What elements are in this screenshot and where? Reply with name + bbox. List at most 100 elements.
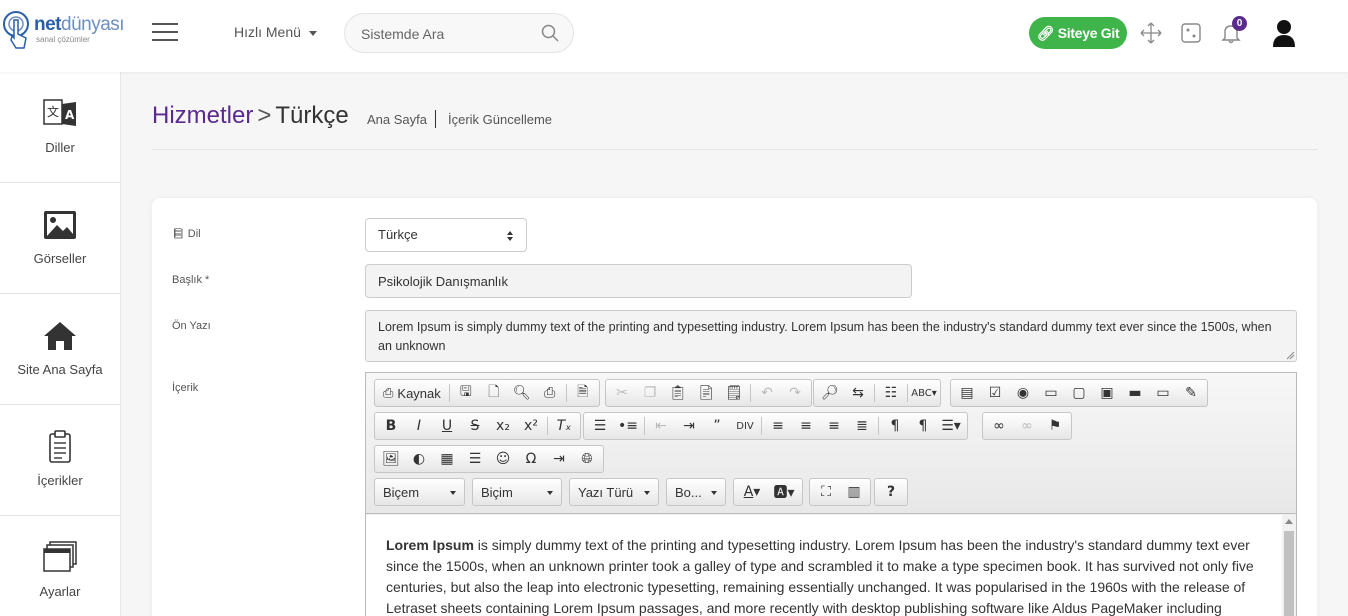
save-icon[interactable]: 🖫︎ — [452, 380, 480, 406]
checkbox-icon[interactable]: ☑ — [981, 380, 1009, 406]
move-arrows-icon[interactable] — [1140, 22, 1162, 44]
select-all-icon[interactable]: ☷ — [877, 380, 905, 406]
text-color-icon[interactable]: A ▾ — [736, 479, 768, 505]
italic-icon[interactable]: I — [405, 413, 433, 439]
outdent-icon[interactable]: ⇤ — [647, 413, 675, 439]
strikethrough-icon[interactable]: S — [461, 413, 489, 439]
windows-icon — [43, 541, 77, 572]
editor-content[interactable]: Lorem Ipsum is simply dummy text of the … — [366, 515, 1282, 616]
breadcrumb-home[interactable]: Ana Sayfa — [367, 112, 427, 127]
horizontal-line-icon[interactable]: ☰ — [461, 446, 489, 472]
sidebar-item-label: Diller — [45, 140, 75, 155]
underline-icon[interactable]: U — [433, 413, 461, 439]
align-left-icon[interactable]: ≡ — [764, 413, 792, 439]
logo-hand-icon — [3, 11, 29, 49]
undo-icon[interactable]: ↶ — [753, 380, 781, 406]
styles-combo[interactable]: Biçem — [374, 478, 465, 506]
font-combo[interactable]: Yazı Türü — [569, 478, 659, 506]
templates-icon[interactable]: 🗎︎ — [569, 380, 597, 406]
indent-icon[interactable]: ⇥ — [675, 413, 703, 439]
rtl-icon[interactable]: ¶ — [909, 413, 937, 439]
paste-icon[interactable]: 📋︎ — [664, 380, 692, 406]
sidebar-item-contents[interactable]: İçerikler — [0, 405, 120, 516]
sidebar-item-settings[interactable]: Ayarlar — [0, 516, 120, 616]
select-arrows-icon — [507, 231, 513, 241]
sidebar-item-images[interactable]: Görseller — [0, 183, 120, 294]
redo-icon[interactable]: ↷ — [781, 380, 809, 406]
subscript-icon[interactable]: x₂ — [489, 413, 517, 439]
blockquote-icon[interactable]: ” — [703, 413, 731, 439]
paste-text-icon[interactable]: 📄︎ — [692, 380, 720, 406]
sidebar-item-home[interactable]: Site Ana Sayfa — [0, 294, 120, 405]
scroll-up-icon[interactable] — [1285, 519, 1293, 524]
source-button[interactable]: ⎙ Kaynak — [377, 380, 447, 406]
image-icon[interactable]: 🖼︎ — [377, 446, 405, 472]
page-break-icon[interactable]: ⇥ — [545, 446, 573, 472]
radio-icon[interactable]: ◉ — [1009, 380, 1037, 406]
image-button-icon[interactable]: ▭ — [1149, 380, 1177, 406]
select-field-icon[interactable]: ▣ — [1093, 380, 1121, 406]
resize-grip-icon[interactable] — [1285, 350, 1295, 360]
textarea-icon[interactable]: ▢ — [1065, 380, 1093, 406]
visit-site-button[interactable]: 🔗︎ Siteye Git — [1029, 17, 1127, 49]
show-blocks-icon[interactable]: ▥ — [840, 479, 868, 505]
copy-icon[interactable]: ❐ — [636, 380, 664, 406]
unlink-icon[interactable]: ∞ — [1013, 413, 1041, 439]
hamburger-menu-icon[interactable] — [152, 23, 178, 43]
logo[interactable]: netdünyası sanal çözümler — [2, 10, 125, 56]
superscript-icon[interactable]: x² — [517, 413, 545, 439]
print-icon[interactable]: ⎙ — [536, 380, 564, 406]
replace-icon[interactable]: ⇆ — [844, 380, 872, 406]
div-container-icon[interactable]: DIV — [731, 413, 759, 439]
toolbar-group-about: ? — [874, 478, 908, 506]
smiley-icon[interactable]: ☺ — [489, 446, 517, 472]
bold-icon[interactable]: B — [377, 413, 405, 439]
form-icon[interactable]: ▤ — [953, 380, 981, 406]
quick-menu-dropdown[interactable]: Hızlı Menü — [234, 24, 317, 40]
spellcheck-icon[interactable]: ABC▾ — [910, 380, 938, 406]
user-avatar-icon[interactable] — [1272, 18, 1296, 48]
preview-icon[interactable]: 🔍︎ — [508, 380, 536, 406]
scroll-thumb[interactable] — [1284, 531, 1294, 616]
toolbar-group-colors: A ▾ 🅰︎▾ — [733, 478, 803, 506]
svg-text:A: A — [65, 108, 75, 122]
search-input[interactable] — [361, 24, 541, 44]
font-size-combo[interactable]: Bo... — [666, 478, 726, 506]
align-right-icon[interactable]: ≡ — [820, 413, 848, 439]
iframe-icon[interactable]: 🌐︎ — [573, 446, 601, 472]
search-icon[interactable] — [541, 24, 559, 42]
help-button[interactable]: ? — [877, 479, 905, 505]
align-center-icon[interactable]: ≡ — [792, 413, 820, 439]
home-icon — [44, 322, 76, 350]
find-icon[interactable]: 🔎︎ — [816, 380, 844, 406]
link-icon[interactable]: ∞ — [985, 413, 1013, 439]
special-char-icon[interactable]: Ω — [517, 446, 545, 472]
format-combo[interactable]: Biçim — [472, 478, 562, 506]
textfield-icon[interactable]: ▭ — [1037, 380, 1065, 406]
hidden-field-icon[interactable]: ✎ — [1177, 380, 1205, 406]
language-menu-icon[interactable]: ☰▾ — [937, 413, 965, 439]
table-icon[interactable]: ▦ — [433, 446, 461, 472]
ltr-icon[interactable]: ¶ — [881, 413, 909, 439]
new-page-icon[interactable]: 🗋︎ — [480, 380, 508, 406]
paste-word-icon[interactable]: 🗒︎ — [720, 380, 748, 406]
cut-icon[interactable]: ✂ — [608, 380, 636, 406]
toolbar-group-tools: ⛶ ▥ — [809, 478, 871, 506]
numbered-list-icon[interactable]: ☰ — [586, 413, 614, 439]
justify-icon[interactable]: ≣ — [848, 413, 876, 439]
maximize-icon[interactable]: ⛶ — [812, 479, 840, 505]
title-input[interactable]: Psikolojik Danışmanlık — [365, 264, 912, 298]
logo-tagline: sanal çözümler — [36, 35, 90, 44]
anchor-flag-icon[interactable]: ⚑ — [1041, 413, 1069, 439]
summary-textarea[interactable]: Lorem Ipsum is simply dummy text of the … — [365, 310, 1297, 362]
flash-icon[interactable]: ◐ — [405, 446, 433, 472]
sidebar-item-languages[interactable]: 文 A Diller — [0, 72, 120, 183]
button-field-icon[interactable]: ▬ — [1121, 380, 1149, 406]
language-select[interactable]: Türkçe — [365, 218, 527, 252]
remove-format-icon[interactable]: Tₓ — [550, 413, 578, 439]
editor-scrollbar[interactable] — [1282, 515, 1296, 616]
dice-icon[interactable] — [1180, 22, 1202, 44]
bulleted-list-icon[interactable]: •≡ — [614, 413, 642, 439]
background-color-icon[interactable]: 🅰︎▾ — [768, 479, 800, 505]
language-label: 📘︎ Dil — [172, 228, 201, 240]
